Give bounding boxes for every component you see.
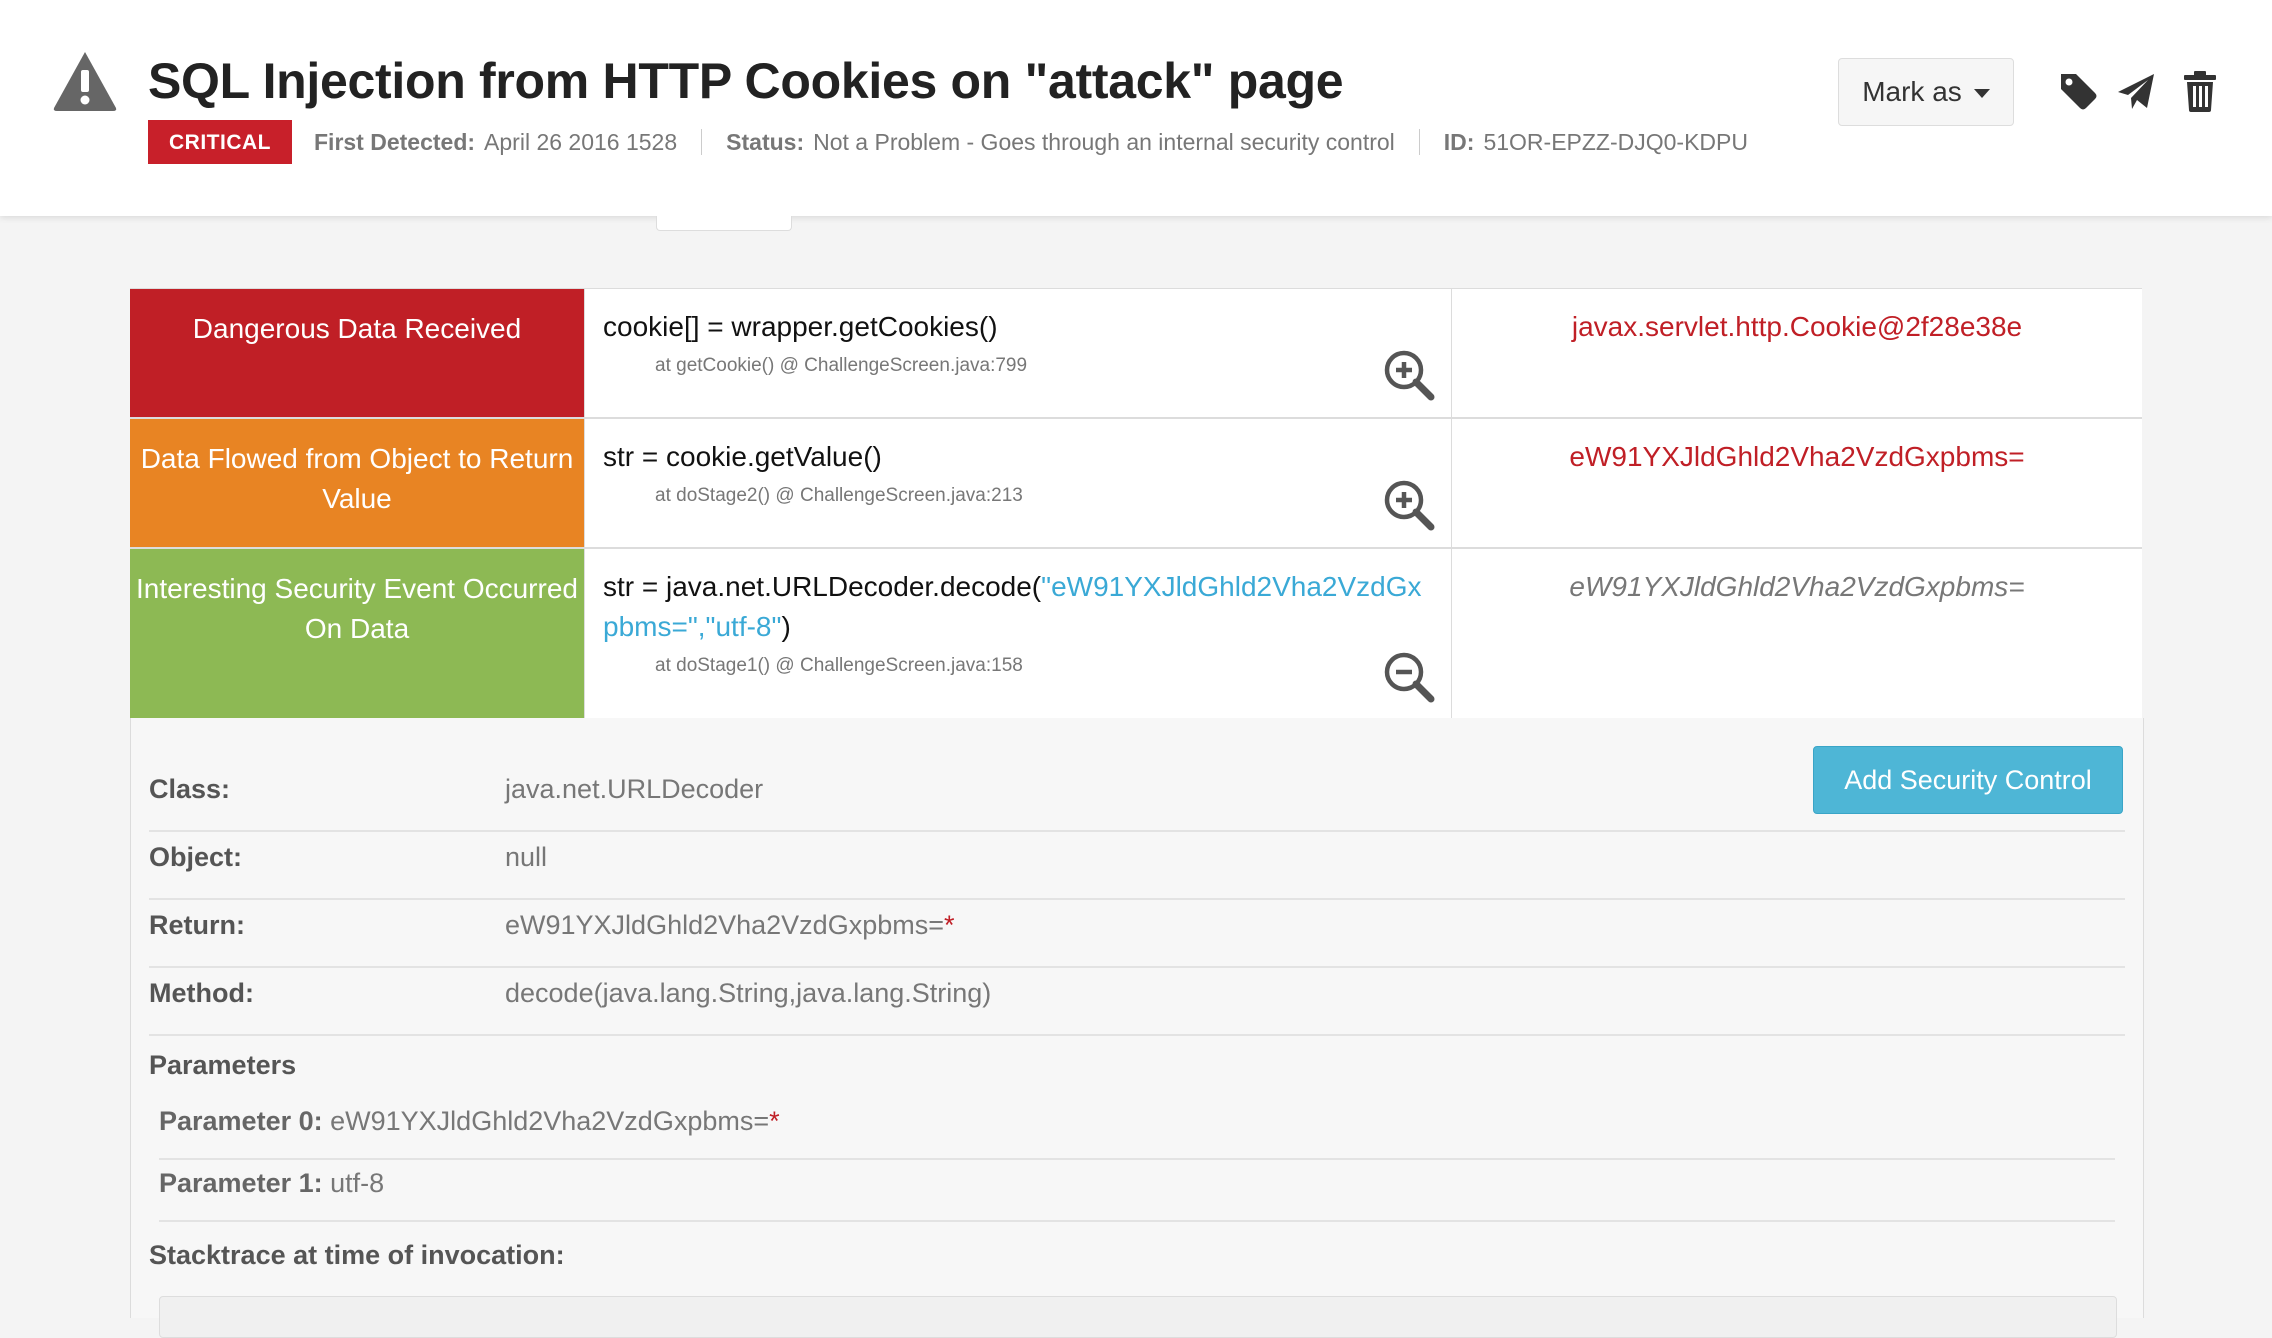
trash-icon[interactable]	[2180, 70, 2220, 112]
finding-meta: CRITICAL First Detected: April 26 2016 1…	[148, 120, 1748, 164]
detail-row-return: Return: eW91YXJldGhld2Vha2VzdGxpbms=*	[149, 910, 2125, 968]
mark-as-label: Mark as	[1862, 76, 1962, 107]
zoom-out-icon[interactable]	[1381, 649, 1437, 705]
tab-stub	[656, 216, 792, 231]
parameter-value: utf-8	[330, 1168, 385, 1198]
meta-divider	[701, 129, 703, 155]
detail-value: null	[505, 842, 548, 872]
flow-code: str = cookie.getValue()	[603, 441, 882, 472]
flow-step-label: Interesting Security Event Occurred On D…	[130, 549, 584, 719]
status-label: Status:	[726, 128, 805, 155]
parameter-label: Parameter 0:	[159, 1106, 323, 1136]
page-header: SQL Injection from HTTP Cookies on "atta…	[0, 0, 2272, 216]
flow-value: javax.servlet.http.Cookie@2f28e38e	[1571, 311, 2023, 342]
detail-label: Object:	[149, 842, 243, 872]
data-flow-table: Dangerous Data Received cookie[] = wrapp…	[130, 288, 2142, 721]
detail-label: Method:	[149, 978, 254, 1008]
flow-code-cell: str = java.net.URLDecoder.decode("eW91YX…	[584, 549, 1452, 719]
mark-as-dropdown[interactable]: Mark as	[1838, 58, 2014, 126]
tainted-marker: *	[944, 910, 955, 940]
parameter-label: Parameter 1:	[159, 1168, 323, 1198]
tag-icon[interactable]	[2058, 70, 2098, 112]
tainted-marker: *	[769, 1106, 780, 1136]
flow-row: Dangerous Data Received cookie[] = wrapp…	[130, 288, 2142, 419]
send-icon[interactable]	[2116, 70, 2156, 112]
flow-code: str = java.net.URLDecoder.decode("eW91YX…	[603, 567, 1435, 647]
flow-step-label: Dangerous Data Received	[130, 289, 584, 417]
id-label: ID:	[1443, 128, 1475, 155]
detail-row-method: Method: decode(java.lang.String,java.lan…	[149, 978, 2125, 1036]
detail-row-object: Object: null	[149, 842, 2125, 900]
parameter-value: eW91YXJldGhld2Vha2VzdGxpbms=	[330, 1106, 770, 1136]
flow-code-cell: str = cookie.getValue() at doStage2() @ …	[584, 419, 1452, 547]
zoom-in-icon[interactable]	[1381, 347, 1437, 403]
flow-row: Interesting Security Event Occurred On D…	[130, 549, 2142, 721]
status-value: Not a Problem - Goes through an internal…	[813, 128, 1395, 155]
flow-value: eW91YXJldGhld2Vha2VzdGxpbms=	[1569, 441, 2025, 472]
caret-down-icon	[1973, 88, 1990, 98]
flow-location: at getCookie() @ ChallengeScreen.java:79…	[655, 355, 1028, 376]
parameters-heading: Parameters	[149, 1050, 297, 1080]
first-detected-value: April 26 2016 1528	[484, 128, 678, 155]
stacktrace-heading: Stacktrace at time of invocation:	[149, 1240, 565, 1270]
code-call: str = java.net.URLDecoder.decode(	[603, 571, 1042, 602]
detail-row-class: Class: java.net.URLDecoder	[149, 774, 2125, 832]
detail-label: Class:	[149, 774, 231, 804]
code-close: )	[781, 611, 791, 642]
stacktrace-box	[159, 1296, 2117, 1338]
first-detected-label: First Detected:	[314, 128, 476, 155]
flow-code-cell: cookie[] = wrapper.getCookies() at getCo…	[584, 289, 1452, 417]
flow-row: Data Flowed from Object to Return Value …	[130, 419, 2142, 549]
flow-code: cookie[] = wrapper.getCookies()	[603, 311, 998, 342]
detail-value: decode(java.lang.String,java.lang.String…	[505, 978, 992, 1008]
parameter-row: Parameter 1: utf-8	[159, 1168, 2115, 1222]
detail-value: java.net.URLDecoder	[505, 774, 764, 804]
flow-location: at doStage1() @ ChallengeScreen.java:158	[655, 655, 1023, 676]
flow-value: eW91YXJldGhld2Vha2VzdGxpbms=	[1569, 571, 2025, 602]
return-value-text: eW91YXJldGhld2Vha2VzdGxpbms=	[505, 910, 944, 940]
severity-badge: CRITICAL	[148, 120, 292, 164]
detail-value: eW91YXJldGhld2Vha2VzdGxpbms=*	[505, 910, 955, 941]
event-details-panel: Add Security Control Class: java.net.URL…	[130, 718, 2144, 1338]
meta-divider	[1418, 129, 1420, 155]
warning-icon	[53, 52, 117, 111]
parameter-row: Parameter 0: eW91YXJldGhld2Vha2VzdGxpbms…	[159, 1106, 2115, 1160]
flow-location: at doStage2() @ ChallengeScreen.java:213	[655, 485, 1023, 506]
page-title: SQL Injection from HTTP Cookies on "atta…	[148, 53, 1344, 109]
flow-step-label: Data Flowed from Object to Return Value	[130, 419, 584, 547]
zoom-in-icon[interactable]	[1381, 477, 1437, 533]
id-value: 51OR-EPZZ-DJQ0-KDPU	[1483, 128, 1748, 155]
detail-label: Return:	[149, 910, 245, 940]
